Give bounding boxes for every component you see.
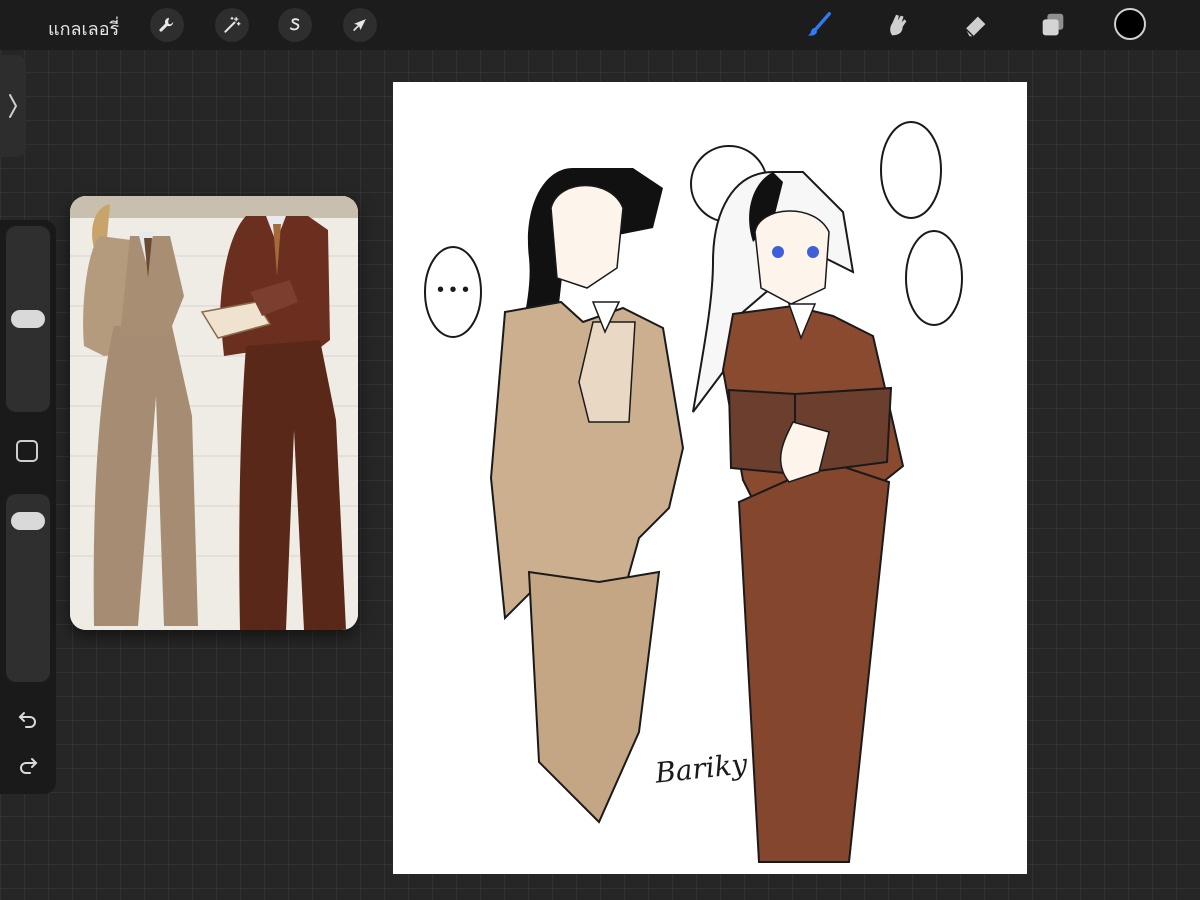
smudge-icon xyxy=(890,14,907,36)
drawing-canvas[interactable]: • • • Bariky xyxy=(393,82,1027,874)
wrench-icon xyxy=(159,17,174,32)
reference-photo xyxy=(70,196,358,630)
redo-button[interactable] xyxy=(14,752,42,780)
color-picker-button[interactable] xyxy=(1114,8,1146,40)
undo-button[interactable] xyxy=(14,706,42,734)
selection-s-icon xyxy=(289,18,300,31)
opacity-thumb[interactable] xyxy=(11,511,45,530)
selection-button[interactable] xyxy=(278,8,312,42)
adjustments-button[interactable] xyxy=(215,8,249,42)
cursor-arrow-icon xyxy=(353,19,366,31)
reference-image-panel[interactable] xyxy=(70,196,358,630)
undo-icon xyxy=(18,712,36,728)
opacity-slider[interactable] xyxy=(6,494,50,682)
smudge-tool-button[interactable] xyxy=(881,9,913,41)
chevron-right-icon xyxy=(9,94,18,118)
transform-button[interactable] xyxy=(343,8,377,42)
brush-size-thumb[interactable] xyxy=(11,310,45,328)
ellipsis-text: • • • xyxy=(437,279,469,301)
actions-button[interactable] xyxy=(150,8,184,42)
sidebar-toggle[interactable] xyxy=(0,55,26,157)
eraser-icon xyxy=(965,16,986,37)
magic-wand-icon xyxy=(224,16,241,33)
redo-icon xyxy=(20,758,38,774)
layers-button[interactable] xyxy=(1037,9,1069,41)
layers-icon xyxy=(1042,13,1064,36)
brush-size-slider[interactable] xyxy=(6,226,50,412)
top-toolbar: แกลเลอรี่ xyxy=(0,0,1200,50)
gallery-button[interactable]: แกลเลอรี่ xyxy=(48,14,119,43)
eraser-tool-button[interactable] xyxy=(960,9,992,41)
brush-icon xyxy=(807,12,831,36)
left-sidebar xyxy=(0,220,56,794)
modify-button[interactable] xyxy=(16,440,38,462)
brush-tool-button[interactable] xyxy=(803,9,835,41)
